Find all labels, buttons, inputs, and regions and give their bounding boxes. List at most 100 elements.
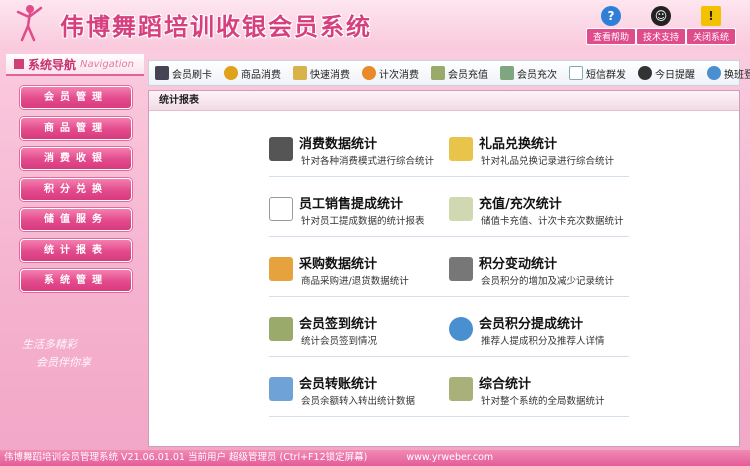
stat-title: 充值/充次统计 xyxy=(479,197,562,212)
stat-staff-commission[interactable]: 员工销售提成统计 针对员工提成数据的统计报表 xyxy=(269,193,449,237)
stat-title: 会员签到统计 xyxy=(299,317,378,332)
cash-register-icon xyxy=(269,137,293,161)
stat-desc: 统计会员签到情况 xyxy=(301,336,378,347)
app-header: 伟博舞蹈培训收银会员系统 ? 查看帮助 ☺ 技术支持 ! 关闭系统 xyxy=(0,0,750,50)
panel-title: 统计报表 xyxy=(149,91,739,111)
sidebar: 系统导航 Navigation 会员管理 商品管理 消费收银 积分兑换 储值服务… xyxy=(6,54,144,447)
stat-title: 积分变动统计 xyxy=(479,257,558,272)
stat-title: 会员积分提成统计 xyxy=(479,317,584,332)
help-button[interactable]: ? 查看帮助 xyxy=(586,6,636,45)
toolbar-label: 会员充值 xyxy=(448,69,488,81)
member-points-icon xyxy=(449,317,473,341)
stat-desc: 针对员工提成数据的统计报表 xyxy=(301,216,425,227)
toolbar-label: 今日提醒 xyxy=(655,69,695,81)
toolbar-label: 计次消费 xyxy=(379,69,419,81)
stat-desc: 储值卡充值、计次卡充次数据统计 xyxy=(481,216,624,227)
stat-desc: 针对整个系统的全局数据统计 xyxy=(481,396,605,407)
help-button-label: 查看帮助 xyxy=(586,28,636,45)
sidebar-item-stored-value[interactable]: 储值服务 xyxy=(20,208,132,231)
toolbar-card-swipe[interactable]: 会员刷卡 xyxy=(149,62,218,84)
sidebar-title: 系统导航 xyxy=(28,57,77,72)
reports-panel: 统计报表 消费数据统计 针对各种消费模式进行综合统计 员工销售提成统计 针对员工… xyxy=(148,90,740,447)
sidebar-slogan: 生活多精彩 会员伴你享 xyxy=(22,336,132,372)
close-system-button-label: 关闭系统 xyxy=(686,28,736,45)
stat-desc: 会员积分的增加及减少记录统计 xyxy=(481,276,615,287)
recharge-icon xyxy=(500,66,514,80)
card-reader-icon xyxy=(155,66,169,80)
status-bar: 伟博舞蹈培训会员管理系统 V21.06.01.01 当前用户 超级管理员 (Ct… xyxy=(0,450,750,466)
sidebar-item-reports[interactable]: 统计报表 xyxy=(20,239,132,262)
close-system-button[interactable]: ! 关闭系统 xyxy=(686,6,736,45)
slogan-line: 生活多精彩 xyxy=(22,338,77,351)
status-url: www.yrweber.com xyxy=(406,452,494,463)
sidebar-item-goods[interactable]: 商品管理 xyxy=(20,117,132,140)
purchase-box-icon xyxy=(269,257,293,281)
sidebar-item-checkout[interactable]: 消费收银 xyxy=(20,147,132,170)
stat-overall[interactable]: 综合统计 针对整个系统的全局数据统计 xyxy=(449,373,629,417)
toolbar-label: 会员充次 xyxy=(517,69,557,81)
support-button[interactable]: ☺ 技术支持 xyxy=(636,6,686,45)
sidebar-title-en: Navigation xyxy=(80,58,134,70)
stat-checkin[interactable]: 会员签到统计 统计会员签到情况 xyxy=(269,313,449,357)
toolbar-recharge-count[interactable]: 会员充次 xyxy=(494,62,563,84)
qq-icon: ☺ xyxy=(651,6,671,26)
nav-grid-icon xyxy=(14,59,24,69)
toolbar-label: 会员刷卡 xyxy=(172,69,212,81)
stat-desc: 推荐人提成积分及推荐人详情 xyxy=(481,336,605,347)
toolbar-fast-consume[interactable]: 快速消费 xyxy=(287,62,356,84)
refresh-icon xyxy=(362,66,376,80)
warning-icon: ! xyxy=(701,6,721,26)
toolbar-reminder[interactable]: 今日提醒 xyxy=(632,62,701,84)
toolbar-label: 商品消费 xyxy=(241,69,281,81)
wallet-icon xyxy=(431,66,445,80)
toolbar-label: 快速消费 xyxy=(310,69,350,81)
stat-transfer[interactable]: 会员转账统计 会员余额转入转出统计数据 xyxy=(269,373,449,417)
stat-title: 采购数据统计 xyxy=(299,257,378,272)
stat-consumption[interactable]: 消费数据统计 针对各种消费模式进行综合统计 xyxy=(269,133,449,177)
swap-icon xyxy=(707,66,721,80)
stat-title: 消费数据统计 xyxy=(299,137,378,152)
recharge-card-icon xyxy=(449,197,473,221)
stat-recharge[interactable]: 充值/充次统计 储值卡充值、计次卡充次数据统计 xyxy=(449,193,629,237)
money-bag-icon xyxy=(224,66,238,80)
support-button-label: 技术支持 xyxy=(636,28,686,45)
stat-title: 综合统计 xyxy=(479,377,532,392)
fast-cart-icon xyxy=(293,66,307,80)
toolbar-goods-consume[interactable]: 商品消费 xyxy=(218,62,287,84)
checkin-icon xyxy=(269,317,293,341)
sidebar-header: 系统导航 Navigation xyxy=(6,54,144,76)
sidebar-item-system[interactable]: 系统管理 xyxy=(20,269,132,292)
mail-icon xyxy=(569,66,583,80)
stat-title: 会员转账统计 xyxy=(299,377,378,392)
points-icon xyxy=(449,257,473,281)
toolbar-count-consume[interactable]: 计次消费 xyxy=(356,62,425,84)
dancer-logo-icon xyxy=(16,5,43,42)
toolbar-label: 换班登录 xyxy=(724,69,750,81)
clock-icon xyxy=(638,66,652,80)
toolbar-label: 短信群发 xyxy=(586,69,626,81)
sidebar-item-member[interactable]: 会员管理 xyxy=(20,86,132,109)
stat-gift-exchange[interactable]: 礼品兑换统计 针对礼品兑换记录进行综合统计 xyxy=(449,133,629,177)
toolbar: 会员刷卡 商品消费 快速消费 计次消费 会员充值 会员充次 短信群发 今日提醒 … xyxy=(148,60,750,86)
help-icon: ? xyxy=(601,6,621,26)
stat-desc: 商品采购进/退货数据统计 xyxy=(301,276,409,287)
stat-desc: 会员余额转入转出统计数据 xyxy=(301,396,416,407)
stat-title: 员工销售提成统计 xyxy=(299,197,404,212)
toolbar-shift-login[interactable]: 换班登录 xyxy=(701,62,750,84)
gift-card-icon xyxy=(449,137,473,161)
stat-purchase[interactable]: 采购数据统计 商品采购进/退货数据统计 xyxy=(269,253,449,297)
sidebar-item-points[interactable]: 积分兑换 xyxy=(20,178,132,201)
overall-stats-icon xyxy=(449,377,473,401)
stat-desc: 针对礼品兑换记录进行综合统计 xyxy=(481,156,615,167)
slogan-line: 会员伴你享 xyxy=(36,356,91,369)
status-text: 伟博舞蹈培训会员管理系统 V21.06.01.01 当前用户 超级管理员 (Ct… xyxy=(4,452,368,463)
app-title: 伟博舞蹈培训收银会员系统 xyxy=(60,13,372,41)
stat-member-points-commission[interactable]: 会员积分提成统计 推荐人提成积分及推荐人详情 xyxy=(449,313,629,357)
chart-board-icon xyxy=(269,197,293,221)
transfer-icon xyxy=(269,377,293,401)
stat-title: 礼品兑换统计 xyxy=(479,137,558,152)
stat-points-change[interactable]: 积分变动统计 会员积分的增加及减少记录统计 xyxy=(449,253,629,297)
stat-desc: 针对各种消费模式进行综合统计 xyxy=(301,156,435,167)
toolbar-recharge[interactable]: 会员充值 xyxy=(425,62,494,84)
toolbar-sms[interactable]: 短信群发 xyxy=(563,62,632,84)
